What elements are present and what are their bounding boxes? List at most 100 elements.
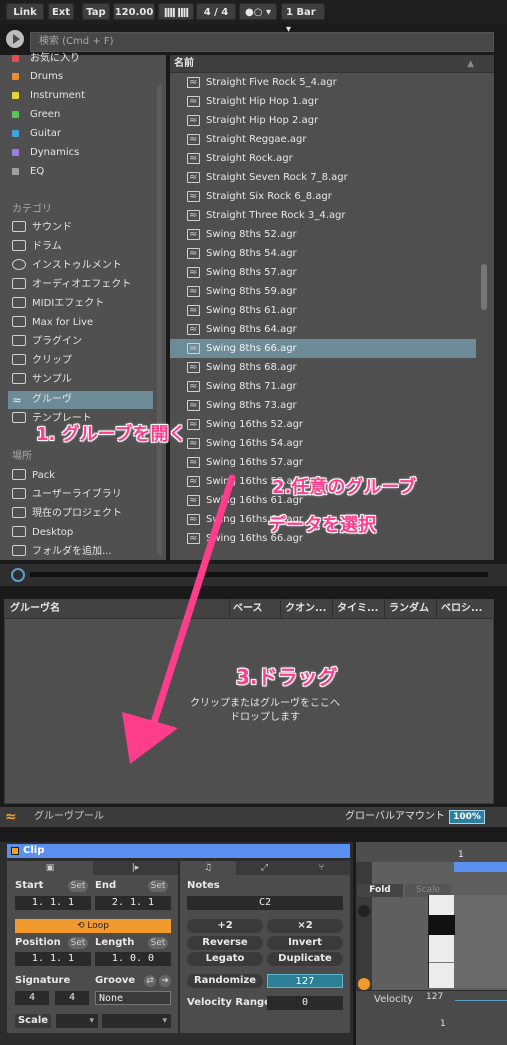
length-field[interactable]: 1. 0. 0 xyxy=(95,952,171,966)
file-row[interactable]: Swing 8ths 61.agr xyxy=(170,301,476,320)
ext-button[interactable]: Ext xyxy=(48,3,74,20)
collection-eq[interactable]: EQ xyxy=(12,163,44,181)
collection-instrument[interactable]: Instrument xyxy=(12,87,85,105)
collection-favorites[interactable]: お気に入り xyxy=(12,50,80,68)
scale-root-dropdown[interactable] xyxy=(56,1014,98,1028)
end-set-button[interactable]: Set xyxy=(148,880,168,892)
file-row[interactable]: Swing 16ths 54.agr xyxy=(170,434,476,453)
tab-clip-main[interactable]: ▣ xyxy=(7,861,93,875)
file-row[interactable]: Straight Reggae.agr xyxy=(170,130,476,149)
file-row[interactable]: Swing 16ths 52.agr xyxy=(170,415,476,434)
meter-field[interactable]: 4 / 4 xyxy=(196,3,236,20)
position-field[interactable]: 1. 1. 1 xyxy=(15,952,91,966)
sort-up-icon[interactable]: ▲ xyxy=(467,55,474,73)
invert-button[interactable]: Invert xyxy=(267,936,343,950)
quantize-dropdown[interactable]: 1 Bar ▾ xyxy=(281,3,325,35)
tab-envelopes[interactable]: ⤢ xyxy=(236,861,293,875)
file-row[interactable]: Straight Hip Hop 2.agr xyxy=(170,111,476,130)
sidebar-item-instruments[interactable]: インストゥルメント xyxy=(12,257,122,275)
signature-denominator[interactable]: 4 xyxy=(55,991,89,1005)
sidebar-item-max-for-live[interactable]: Max for Live xyxy=(12,314,93,332)
duplicate-button[interactable]: Duplicate xyxy=(267,952,343,966)
groove-commit-icon[interactable]: ➜ xyxy=(159,975,171,987)
preview-headphone-icon[interactable] xyxy=(11,568,25,582)
nudge-icon[interactable]: ǀǀǀǀ ǀǀǀǀ xyxy=(158,3,194,20)
file-row[interactable]: Straight Seven Rock 7_8.agr xyxy=(170,168,476,187)
preview-waveform[interactable] xyxy=(30,572,488,577)
tab-mpe[interactable]: ⑂ xyxy=(293,861,350,875)
file-row[interactable]: Swing 16ths 57.agr xyxy=(170,453,476,472)
groove-hot-swap-icon[interactable]: ⇄ xyxy=(144,975,156,987)
file-row[interactable]: Swing 8ths 68.agr xyxy=(170,358,476,377)
pitch-field[interactable]: C2 xyxy=(187,896,343,910)
file-row[interactable]: Straight Hip Hop 1.agr xyxy=(170,92,476,111)
headphone-icon[interactable] xyxy=(358,905,370,917)
randomize-button[interactable]: Randomize xyxy=(187,974,263,988)
file-list-header[interactable]: 名前 ▲ xyxy=(170,55,494,73)
end-field[interactable]: 2. 1. 1 xyxy=(95,896,171,910)
metronome-icon[interactable]: ●○ ▾ xyxy=(239,3,277,20)
sidebar-scrollbar[interactable] xyxy=(157,85,162,555)
sidebar-item-midi-effects[interactable]: MIDIエフェクト xyxy=(12,295,104,313)
loop-brace[interactable] xyxy=(454,862,507,872)
file-row[interactable]: Straight Three Rock 3_4.agr xyxy=(170,206,476,225)
sidebar-item-audio-effects[interactable]: オーディオエフェクト xyxy=(12,276,131,294)
velocity-range-field[interactable]: 0 xyxy=(267,996,343,1010)
clip-title-bar[interactable]: Clip xyxy=(7,844,350,858)
file-row[interactable]: Swing 8ths 66.agr xyxy=(170,339,476,358)
place-desktop[interactable]: Desktop xyxy=(12,524,73,542)
signature-numerator[interactable]: 4 xyxy=(15,991,49,1005)
link-button[interactable]: Link xyxy=(6,3,44,20)
sidebar-item-samples[interactable]: サンプル xyxy=(12,371,72,389)
tab-clip-launch[interactable]: |▸ xyxy=(93,861,178,875)
file-row[interactable]: Swing 8ths 73.agr xyxy=(170,396,476,415)
tab-notes[interactable]: ♫ xyxy=(180,861,236,875)
file-list-scrollbar[interactable] xyxy=(481,264,487,310)
global-amount-field[interactable]: 100% xyxy=(449,810,485,824)
note-grid[interactable] xyxy=(454,895,507,988)
file-row[interactable]: Swing 8ths 57.agr xyxy=(170,263,476,282)
file-row[interactable]: Straight Six Rock 6_8.agr xyxy=(170,187,476,206)
scale-name-dropdown[interactable] xyxy=(102,1014,171,1028)
groove-dropdown[interactable]: None xyxy=(95,991,171,1005)
transpose-plus2-button[interactable]: +2 xyxy=(187,919,263,933)
sidebar-item-plugins[interactable]: プラグイン xyxy=(12,333,82,351)
scale-toggle[interactable]: Scale xyxy=(15,1014,51,1028)
velocity-lane[interactable]: Velocity 127 1 xyxy=(356,990,507,1045)
groove-pool-icon[interactable]: ≈ xyxy=(5,810,21,824)
place-add-folder[interactable]: フォルダを追加... xyxy=(12,543,112,561)
start-field[interactable]: 1. 1. 1 xyxy=(15,896,91,910)
reverse-button[interactable]: Reverse xyxy=(187,936,263,950)
file-row[interactable]: Swing 8ths 64.agr xyxy=(170,320,476,339)
place-current-project[interactable]: 現在のプロジェクト xyxy=(12,505,122,523)
tempo-field[interactable]: 120.00 xyxy=(113,3,155,20)
collection-green[interactable]: Green xyxy=(12,106,60,124)
tap-button[interactable]: Tap xyxy=(82,3,110,20)
piano-keys[interactable] xyxy=(428,895,455,988)
file-row[interactable]: Swing 8ths 71.agr xyxy=(170,377,476,396)
file-row[interactable]: Swing 8ths 54.agr xyxy=(170,244,476,263)
place-user-library[interactable]: ユーザーライブラリ xyxy=(12,486,122,504)
follow-icon[interactable] xyxy=(358,978,370,990)
randomize-amount-field[interactable]: 127 xyxy=(267,974,343,988)
place-pack[interactable]: Pack xyxy=(12,467,55,485)
editor-ruler[interactable]: 1 xyxy=(356,842,507,862)
double-button[interactable]: ×2 xyxy=(267,919,343,933)
legato-button[interactable]: Legato xyxy=(187,952,263,966)
clip-color-icon[interactable] xyxy=(11,847,19,855)
file-row[interactable]: Straight Rock.agr xyxy=(170,149,476,168)
loop-button[interactable]: ⟲ Loop xyxy=(15,919,171,933)
fold-button[interactable]: Fold xyxy=(357,884,403,897)
sidebar-item-clips[interactable]: クリップ xyxy=(12,352,72,370)
start-set-button[interactable]: Set xyxy=(68,880,88,892)
browser-toggle-icon[interactable] xyxy=(6,30,24,48)
sidebar-item-sounds[interactable]: サウンド xyxy=(12,219,72,237)
sidebar-item-grooves[interactable]: ≈ グルーヴ xyxy=(12,391,72,409)
collection-drums[interactable]: Drums xyxy=(12,68,63,86)
search-input[interactable]: 検索 (Cmd + F) xyxy=(30,32,494,52)
file-row[interactable]: Straight Five Rock 5_4.agr xyxy=(170,73,476,92)
file-row[interactable]: Swing 8ths 59.agr xyxy=(170,282,476,301)
length-set-button[interactable]: Set xyxy=(148,937,168,949)
collection-guitar[interactable]: Guitar xyxy=(12,125,61,143)
file-row[interactable]: Swing 8ths 52.agr xyxy=(170,225,476,244)
